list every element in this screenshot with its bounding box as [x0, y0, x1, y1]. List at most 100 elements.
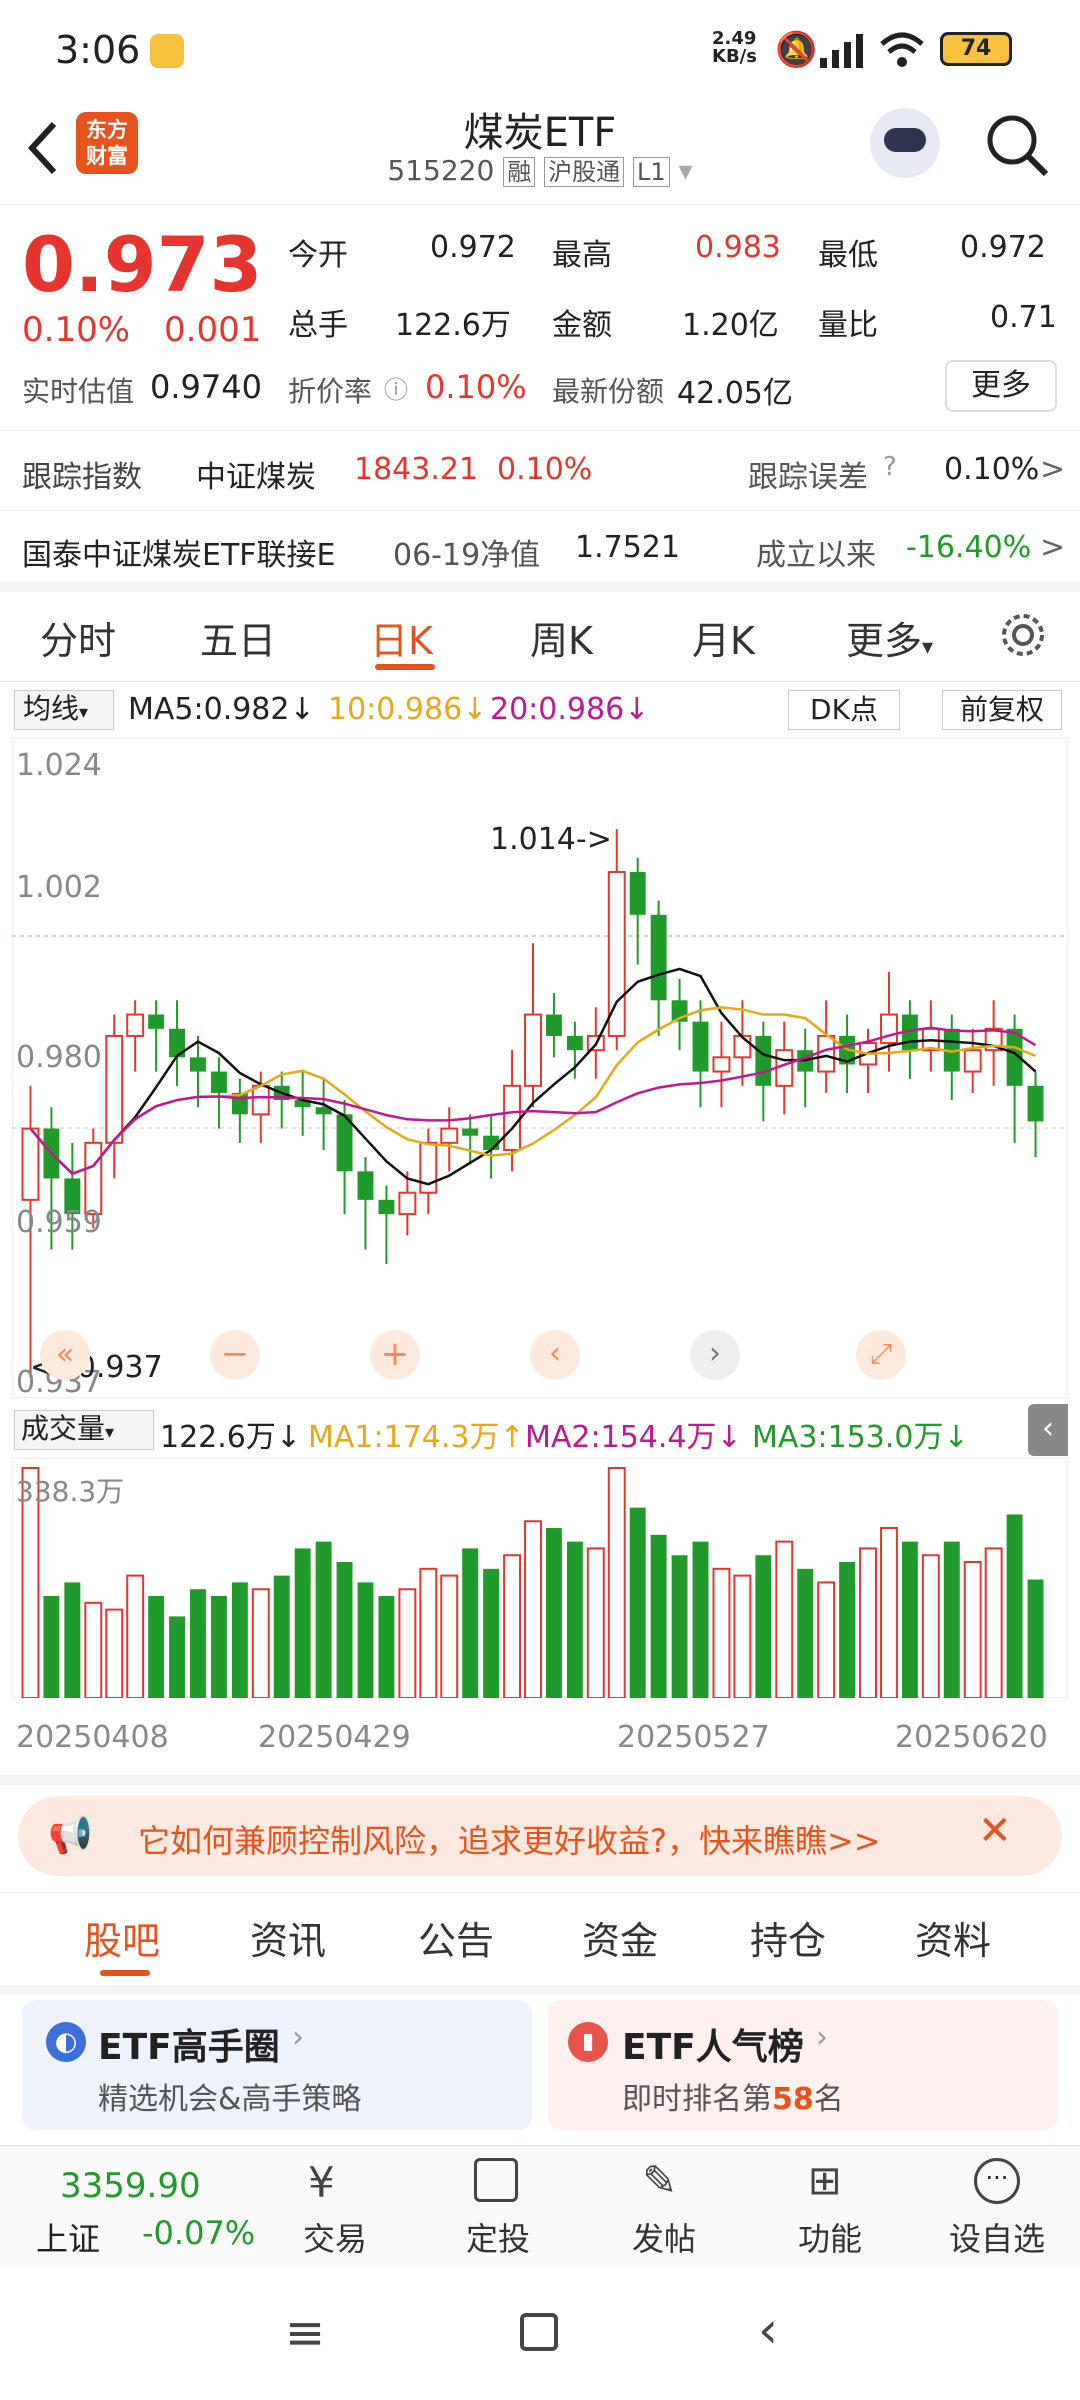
volume-bar — [231, 1582, 248, 1698]
post-pencil-icon[interactable]: ✎ — [642, 2156, 677, 2205]
promo-text[interactable]: 它如何兼顾控制风险，追求更好收益?，快来瞧瞧>> — [138, 1816, 881, 1862]
volume-chart[interactable] — [12, 1458, 1068, 1698]
track-error-label: 跟踪误差 — [748, 460, 868, 495]
chevron-right-icon[interactable]: > — [1040, 452, 1065, 487]
volume-bar — [859, 1547, 877, 1698]
chevron-right-icon[interactable]: > — [1040, 530, 1065, 565]
candle-body — [148, 1014, 165, 1029]
volume-bar — [315, 1541, 332, 1698]
candle-body — [755, 1035, 772, 1086]
search-icon[interactable] — [982, 110, 1052, 180]
date-label-2: 20250429 — [258, 1720, 411, 1755]
tab-more[interactable]: 更多▾ — [846, 610, 933, 665]
ratio-label: 量比 — [818, 308, 878, 343]
functions-grid-icon[interactable]: ⊞ — [808, 2158, 842, 2204]
tab-holdings[interactable]: 持仓 — [750, 1910, 826, 1965]
recent-apps-icon[interactable]: ≡ — [285, 2305, 325, 2361]
volume-bar — [839, 1562, 856, 1698]
volume-bar — [43, 1596, 60, 1698]
more-button[interactable]: 更多 — [945, 360, 1057, 412]
back-nav-icon[interactable]: ‹ — [758, 2301, 778, 2359]
nav-fixed-invest[interactable]: 定投 — [438, 2214, 558, 2260]
volume-max-label: 338.3万 — [16, 1475, 125, 1508]
fullscreen-icon[interactable]: ⤢ — [856, 1330, 906, 1380]
tab-profile[interactable]: 资料 — [915, 1910, 991, 1965]
volume-bar — [440, 1574, 459, 1698]
date-label-1: 20250408 — [16, 1720, 169, 1755]
rewind-icon[interactable]: « — [40, 1330, 90, 1380]
help-icon[interactable]: ? — [883, 452, 897, 482]
volume-bar — [419, 1567, 438, 1698]
nav-functions[interactable]: 功能 — [770, 2214, 890, 2260]
tab-forum[interactable]: 股吧 — [84, 1910, 160, 1965]
volume-bar — [1027, 1579, 1044, 1698]
index-value[interactable]: 3359.90 — [60, 2166, 201, 2206]
date-label-4: 20250620 — [895, 1720, 1048, 1755]
candle-body — [398, 1191, 417, 1216]
chart-bars-icon: ▮ — [568, 2022, 608, 2062]
zoom-out-icon[interactable]: − — [210, 1330, 260, 1380]
shares-label: 最新份额 — [552, 375, 665, 408]
card-title: ETF人气榜 — [622, 2027, 804, 2068]
y-label-top: 1.024 — [16, 748, 102, 783]
volume-bar — [607, 1467, 626, 1698]
next-icon[interactable]: › — [690, 1330, 740, 1380]
etf-expert-card[interactable]: ◐ ETF高手圈 › 精选机会&高手策略 — [22, 2000, 532, 2130]
volume-bar — [503, 1554, 522, 1698]
promo-banner[interactable]: 📢 它如何兼顾控制风险，追求更好收益?，快来瞧瞧>> ✕ — [18, 1796, 1062, 1876]
mute-icon: 🔕 — [775, 30, 818, 70]
volume-bar — [671, 1555, 688, 1698]
info-icon[interactable]: ⓘ — [384, 370, 408, 405]
zoom-in-icon[interactable]: + — [370, 1330, 420, 1380]
high-label: 最高 — [552, 238, 612, 273]
dk-point-select[interactable]: DK点 — [788, 690, 900, 730]
home-icon[interactable] — [520, 2313, 558, 2351]
volume-bar — [692, 1541, 709, 1698]
robot-avatar-icon[interactable] — [870, 108, 940, 178]
linked-fund-name[interactable]: 国泰中证煤炭ETF联接E — [22, 530, 336, 574]
tab-weekly-k[interactable]: 周K — [530, 610, 593, 665]
notification-icon — [150, 34, 184, 68]
trade-yen-icon[interactable]: ¥ — [308, 2158, 335, 2207]
settings-gear-icon[interactable] — [998, 610, 1048, 660]
close-icon[interactable]: ✕ — [978, 1808, 1012, 1854]
volume-bar — [586, 1547, 605, 1698]
collapse-icon[interactable]: ‹ — [1028, 1404, 1068, 1456]
nav-trade[interactable]: 交易 — [275, 2214, 395, 2260]
volume-bar — [126, 1574, 145, 1698]
nav-label: 06-19净值 — [393, 538, 541, 573]
nav-post[interactable]: 发帖 — [604, 2214, 724, 2260]
volume-select[interactable]: 成交量▾ — [14, 1410, 154, 1450]
candle-body — [440, 1127, 459, 1144]
prev-icon[interactable]: ‹ — [530, 1330, 580, 1380]
date-label-3: 20250527 — [617, 1720, 770, 1755]
tab-announcements[interactable]: 公告 — [418, 1910, 494, 1965]
tab-news[interactable]: 资讯 — [250, 1910, 326, 1965]
candle-body — [963, 1049, 982, 1073]
track-error-value[interactable]: 0.10% — [944, 452, 1039, 487]
nav-add-watchlist[interactable]: 设自选 — [937, 2214, 1057, 2260]
volume-value: 122.6万 — [395, 308, 511, 343]
adjust-select[interactable]: 前复权 — [942, 690, 1062, 730]
tab-intraday[interactable]: 分时 — [40, 610, 116, 665]
divider — [0, 430, 1080, 431]
candle-body — [105, 1034, 124, 1144]
track-index-pct: 0.10% — [497, 452, 593, 487]
index-pct[interactable]: -0.07% — [142, 2214, 255, 2252]
dropdown-icon[interactable]: ▾ — [679, 154, 693, 187]
fixed-invest-icon[interactable] — [474, 2158, 518, 2202]
more-dots-icon[interactable]: ··· — [974, 2158, 1020, 2204]
tab-monthly-k[interactable]: 月K — [692, 610, 755, 665]
tab-daily-k[interactable]: 日K — [370, 610, 433, 665]
track-index-name[interactable]: 中证煤炭 — [196, 452, 316, 496]
tab-five-day[interactable]: 五日 — [200, 610, 276, 665]
candle-body — [210, 1071, 227, 1093]
index-name[interactable]: 上证 — [36, 2214, 100, 2260]
volume-bar — [336, 1562, 353, 1698]
etf-ranking-card[interactable]: ▮ ETF人气榜 › 即时排名第58名 — [548, 2000, 1058, 2130]
volume-bar — [294, 1548, 311, 1698]
section-gap — [0, 582, 1080, 592]
tab-funds[interactable]: 资金 — [582, 1910, 658, 1965]
candle-body — [733, 1034, 752, 1059]
indicator-select[interactable]: 均线▾ — [14, 690, 114, 730]
